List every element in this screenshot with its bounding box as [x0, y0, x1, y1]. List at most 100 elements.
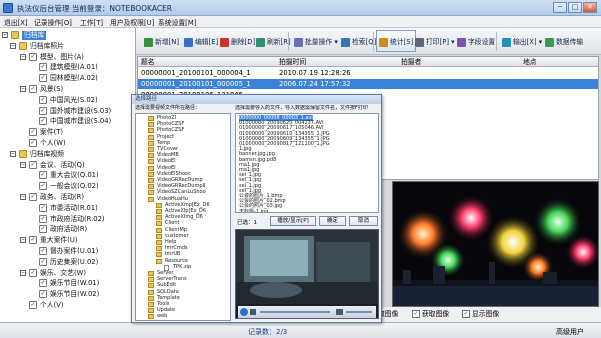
play-icon[interactable] [240, 308, 248, 316]
tree-checkbox-icon[interactable]: ✓ [29, 301, 37, 309]
archive-tree[interactable]: − 归档库 − 归档库照片 − ✓ 模型、图片(A) ✓ 建筑模型(A.01) ✓ 园林模型(A.0… [0, 28, 136, 322]
folder-item[interactable]: ActiveXmp[Ex_D6 [165, 202, 210, 208]
menu-users[interactable]: 用户及权限[U] [110, 17, 154, 27]
folder-icon[interactable] [19, 149, 27, 158]
folder-item[interactable]: Tools [157, 301, 169, 307]
menu-record-ops[interactable]: 记录操作[O] [34, 17, 72, 27]
folder-item[interactable]: VideoHuaHu [157, 196, 188, 202]
tree-node[interactable]: ✓ 一般会议(Q.02) [0, 182, 135, 191]
folder-icon[interactable] [11, 31, 19, 39]
tree-node[interactable]: ✓ 国外城市建设(S.03) [0, 106, 135, 116]
tree-checkbox-icon[interactable]: ✓ [29, 268, 37, 277]
folder-item[interactable]: Temp [157, 140, 170, 146]
tree-node[interactable]: − ✓ 政务、活动(R) [0, 193, 135, 202]
maximize-button[interactable]: □ [568, 2, 582, 13]
folder-item[interactable]: VideoGRRecDumpII [157, 183, 205, 189]
folder-item[interactable]: SQLData [157, 289, 179, 295]
tree-node[interactable]: ✓ 个人(W) [0, 139, 135, 148]
tree-node[interactable]: ✓ 娱乐节目(W.01) [0, 279, 135, 288]
tree-checkbox-icon[interactable]: ✓ [39, 225, 47, 234]
tree-node[interactable]: − 归档库 [0, 31, 135, 40]
tree-expander-icon[interactable]: − [2, 32, 8, 38]
tree-node[interactable]: − ✓ 风景(S) [0, 85, 135, 94]
preview-button[interactable]: 播放/显示[P] [270, 216, 316, 226]
tree-node[interactable]: ✓ 重大会议(Q.01) [0, 171, 135, 180]
toolbar-edit-button[interactable]: 编辑[E] [181, 30, 221, 52]
checkbox-show-image[interactable]: ✓ [462, 310, 470, 318]
folder-item[interactable]: SubEdit [157, 282, 176, 288]
toolbar-add-button[interactable]: 新增[N] [141, 30, 182, 52]
toolbar-fields-button[interactable]: 字段设置 [454, 30, 498, 52]
folder-item[interactable]: PhotoCZSF [157, 127, 184, 133]
tree-checkbox-icon[interactable]: ✓ [29, 236, 37, 245]
folder-item[interactable]: Help [165, 239, 176, 245]
column-header-time[interactable]: 拍摄时间 [279, 57, 306, 67]
folder-item[interactable]: VideoGRRecDump [157, 177, 203, 183]
tree-node[interactable]: ✓ 市委活动(R.01) [0, 203, 135, 213]
folder-item[interactable]: Update [157, 307, 175, 313]
tree-expander-icon[interactable]: − [10, 42, 16, 49]
folder-item[interactable]: Client [165, 220, 179, 226]
folder-item[interactable]: ImrCmds [165, 245, 188, 251]
tree-checkbox-icon[interactable]: ✓ [39, 214, 47, 223]
folder-item[interactable]: web [157, 313, 167, 319]
tree-node[interactable]: ✓ 个人(V) [0, 301, 135, 310]
tree-checkbox-icon[interactable]: ✓ [29, 139, 37, 147]
tree-checkbox-icon[interactable]: ✓ [39, 290, 47, 299]
stop-icon[interactable] [250, 309, 256, 315]
table-row[interactable]: 00000001_20100101_000005_1 2006.07.24 17:… [138, 79, 598, 89]
menu-exit[interactable]: 退出[X] [4, 17, 28, 27]
toolbar-export-button[interactable]: 输出[X] ▾ [499, 30, 545, 52]
tree-expander-icon[interactable]: − [20, 194, 26, 200]
column-header-location[interactable]: 地点 [523, 57, 537, 67]
tree-node[interactable]: ✓ 娱乐节目(W.02) [0, 290, 135, 299]
file-list[interactable]: 0000000_00008_00003_1.avi 01000000_200906… [235, 113, 379, 213]
file-item[interactable]: 无标题-1.jpg [239, 209, 268, 212]
minimize-button[interactable]: ─ [553, 2, 567, 13]
tree-checkbox-icon[interactable]: ✓ [39, 279, 47, 288]
tree-expander-icon[interactable]: − [20, 237, 26, 244]
table-row[interactable]: 00000001_20100101_000004_1 2010.07.19 12:… [138, 68, 598, 78]
tree-checkbox-icon[interactable]: ✓ [39, 182, 47, 191]
tree-checkbox-icon[interactable]: ✓ [29, 52, 37, 61]
tree-node[interactable]: ✓ 案件(T) [0, 128, 135, 137]
tree-node[interactable]: ✓ 园林模型(A.02) [0, 74, 135, 83]
tree-node[interactable]: − ✓ 会议、活动(Q) [0, 160, 135, 170]
option-get-image[interactable]: ✓ 获取图像 [412, 309, 460, 320]
volume-slider[interactable] [346, 311, 372, 313]
tree-node[interactable]: ✓ 市政府活动(R.02) [0, 214, 135, 224]
folder-item[interactable]: ClientMp [165, 227, 187, 233]
toolbar-batch-button[interactable]: 批量操作 ▾ [291, 30, 341, 52]
folder-item[interactable]: PhotoZI [157, 115, 176, 121]
folder-item[interactable]: TPK.zip [173, 264, 191, 270]
folder-item[interactable]: PhotoCZSF [157, 121, 184, 127]
column-header-photographer[interactable]: 拍摄者 [401, 57, 421, 67]
tree-node[interactable]: − ✓ 模型、图片(A) [0, 52, 135, 62]
tree-checkbox-icon[interactable]: ✓ [39, 171, 47, 180]
ok-button[interactable]: 确定 [319, 216, 346, 226]
close-button[interactable]: ✕ [583, 2, 597, 13]
folder-item[interactable]: Server [157, 270, 173, 276]
tree-checkbox-icon[interactable]: ✓ [39, 257, 47, 266]
tree-node[interactable]: ✓ 政府活动(R) [0, 225, 135, 234]
tree-expander-icon[interactable]: − [20, 53, 26, 60]
folder-item[interactable]: VideoSZCanLuShoo [157, 189, 206, 195]
tree-node[interactable]: ✓ 建筑模型(A.01) [0, 63, 135, 72]
toolbar-delete-button[interactable]: 删除[D] [217, 30, 258, 52]
folder-item[interactable]: VideoEIShooc [157, 171, 191, 177]
folder-item[interactable]: Project [157, 134, 174, 140]
tree-expander-icon[interactable]: − [20, 86, 26, 92]
cancel-button[interactable]: 取消 [349, 216, 378, 226]
tree-checkbox-icon[interactable]: ✓ [39, 95, 47, 104]
folder-item[interactable]: VideoMB [157, 152, 179, 158]
tree-expander-icon[interactable]: − [20, 161, 26, 168]
tree-node[interactable]: − 归档库照片 [0, 41, 135, 51]
folder-icon[interactable] [19, 41, 27, 50]
folder-item[interactable]: ServerTrans [157, 276, 187, 282]
tree-checkbox-icon[interactable]: ✓ [29, 160, 37, 169]
tree-checkbox-icon[interactable]: ✓ [39, 117, 47, 126]
folder-item[interactable]: Template [157, 295, 180, 301]
toolbar-print-button[interactable]: 打印[P] ▾ [412, 30, 458, 52]
folder-item[interactable]: ImrUB [165, 251, 181, 257]
file-item[interactable]: 01000000_20090817_121100_1.JPG [239, 141, 330, 147]
